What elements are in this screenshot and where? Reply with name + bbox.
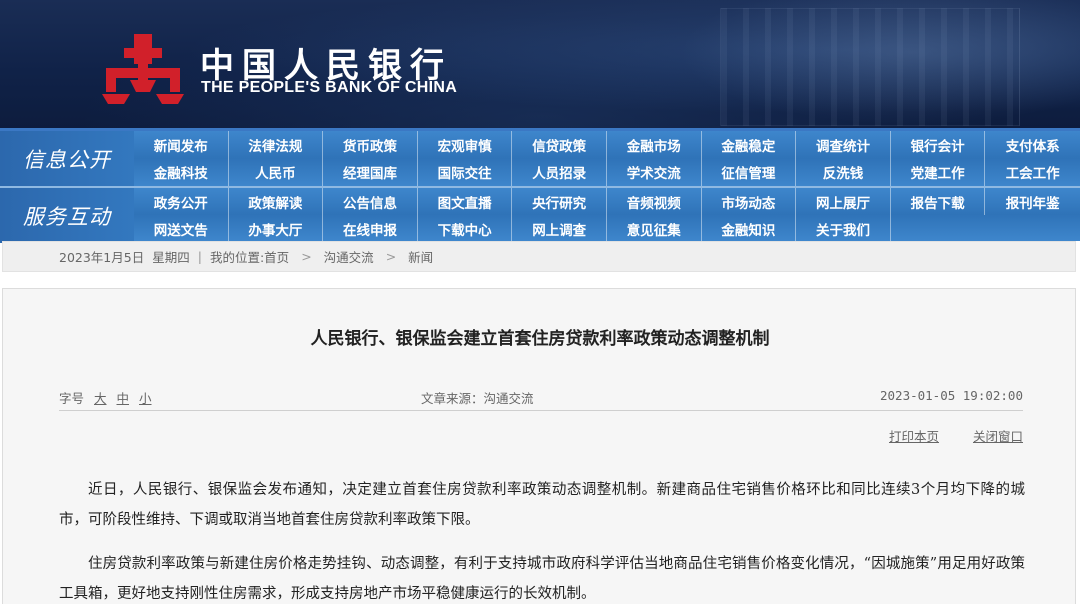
nav-item-service-17[interactable]: 关于我们 [796, 215, 891, 243]
nav-item-service-9[interactable]: 报刊年鉴 [985, 188, 1080, 215]
nav-category-service: 服务互动 [0, 188, 134, 243]
breadcrumb-separator: | [197, 249, 202, 264]
nav-item-service-0[interactable]: 政务公开 [134, 188, 229, 215]
article-source: 文章来源：沟通交流 [421, 391, 534, 406]
font-size-medium-button[interactable]: 中 [117, 391, 130, 406]
nav-item-info-4[interactable]: 信贷政策 [512, 131, 607, 158]
nav-item-service-19 [985, 215, 1080, 243]
article-paragraph: 住房贷款利率政策与新建住房价格走势挂钩、动态调整，有利于支持城市政府科学评估当地… [59, 556, 1025, 602]
nav-item-service-15[interactable]: 意见征集 [607, 215, 702, 243]
article-title: 人民银行、银保监会建立首套住房贷款利率政策动态调整机制 [310, 329, 770, 349]
article-paragraph: 近日，人民银行、银保监会发布通知，决定建立首套住房贷款利率政策动态调整机制。新建… [59, 482, 1025, 528]
nav-item-info-5[interactable]: 金融市场 [607, 131, 702, 158]
nav-item-service-3[interactable]: 图文直播 [418, 188, 513, 215]
current-weekday: 星期四 [152, 250, 190, 265]
nav-item-info-18[interactable]: 党建工作 [891, 158, 986, 186]
nav-item-info-19[interactable]: 工会工作 [985, 158, 1080, 186]
nav-item-service-5[interactable]: 音频视频 [607, 188, 702, 215]
article-body: 近日，人民银行、银保监会发布通知，决定建立首套住房贷款利率政策动态调整机制。新建… [59, 475, 1025, 604]
nav-item-service-1[interactable]: 政策解读 [229, 188, 324, 215]
breadcrumb-arrow: > [301, 249, 312, 264]
nav-item-info-7[interactable]: 调查统计 [796, 131, 891, 158]
nav-item-info-9[interactable]: 支付体系 [985, 131, 1080, 158]
nav-info-grid: 新闻发布 法律法规 货币政策 宏观审慎 信贷政策 金融市场 金融稳定 调查统计 银行会计 支付体系… [134, 131, 1080, 186]
font-size-large-button[interactable]: 大 [94, 391, 107, 406]
logo-english-name[interactable]: THE PEOPLE'S BANK OF CHINA [201, 79, 457, 97]
nav-item-service-7[interactable]: 网上展厅 [796, 188, 891, 215]
current-date: 2023年1月5日 [59, 250, 145, 265]
nav-item-service-16[interactable]: 金融知识 [702, 215, 797, 243]
nav-item-service-12[interactable]: 在线申报 [323, 215, 418, 243]
breadcrumb-location-label: 我的位置: [209, 250, 265, 265]
breadcrumb-home-link[interactable]: 首页 [264, 247, 289, 266]
nav-item-info-11[interactable]: 人民币 [229, 158, 324, 186]
nav-item-service-11[interactable]: 办事大厅 [229, 215, 324, 243]
font-size-small-button[interactable]: 小 [139, 391, 152, 406]
nav-item-service-13[interactable]: 下载中心 [418, 215, 513, 243]
close-window-link[interactable]: 关闭窗口 [973, 429, 1023, 444]
nav-item-info-10[interactable]: 金融科技 [134, 158, 229, 186]
nav-item-info-0[interactable]: 新闻发布 [134, 131, 229, 158]
nav-item-info-2[interactable]: 货币政策 [323, 131, 418, 158]
site-banner: 中国人民银行 THE PEOPLE'S BANK OF CHINA [0, 0, 1080, 131]
nav-item-info-13[interactable]: 国际交往 [418, 158, 513, 186]
print-page-link[interactable]: 打印本页 [889, 429, 939, 444]
banner-building-decoration [720, 8, 1020, 126]
font-size-label: 字号 [59, 391, 85, 406]
nav-item-info-14[interactable]: 人员招录 [512, 158, 607, 186]
nav-item-service-14[interactable]: 网上调查 [512, 215, 607, 243]
breadcrumb-arrow: > [385, 249, 397, 264]
nav-item-info-15[interactable]: 学术交流 [607, 158, 702, 186]
breadcrumb-news-link[interactable]: 新闻 [408, 247, 433, 266]
nav-item-service-8[interactable]: 报告下载 [891, 188, 986, 215]
nav-service-interaction: 服务互动 政务公开 政策解读 公告信息 图文直播 央行研究 音频视频 市场动态 网上展厅 报告下… [0, 186, 1080, 243]
nav-item-info-12[interactable]: 经理国库 [323, 158, 418, 186]
breadcrumb-communication-link[interactable]: 沟通交流 [324, 247, 374, 266]
nav-item-service-4[interactable]: 央行研究 [512, 188, 607, 215]
font-size-controls: 字号 大 中 小 [59, 388, 152, 407]
nav-service-grid: 政务公开 政策解读 公告信息 图文直播 央行研究 音频视频 市场动态 网上展厅 报告下载 报刊年鉴… [134, 188, 1080, 243]
nav-item-info-1[interactable]: 法律法规 [229, 131, 324, 158]
nav-info-disclosure: 信息公开 新闻发布 法律法规 货币政策 宏观审慎 信贷政策 金融市场 金融稳定 调查统计 银行会… [0, 131, 1080, 186]
pboc-emblem-icon[interactable] [100, 30, 186, 106]
article-panel: 人民银行、银保监会建立首套住房贷款利率政策动态调整机制 字号 大 中 小 文章来… [2, 288, 1076, 604]
breadcrumb: 2023年1月5日 星期四 | 我的位置: 首页 > 沟通交流 > 新闻 [2, 241, 1076, 272]
nav-item-info-3[interactable]: 宏观审慎 [418, 131, 513, 158]
nav-item-info-17[interactable]: 反洗钱 [796, 158, 891, 186]
nav-item-service-2[interactable]: 公告信息 [323, 188, 418, 215]
article-tools: 打印本页 关闭窗口 [59, 426, 1023, 446]
nav-item-info-8[interactable]: 银行会计 [891, 131, 986, 158]
nav-item-service-10[interactable]: 网送文告 [134, 215, 229, 243]
nav-category-info: 信息公开 [0, 131, 134, 186]
nav-item-service-18 [891, 215, 986, 243]
nav-item-service-6[interactable]: 市场动态 [702, 188, 797, 215]
article-timestamp: 2023-01-05 19:02:00 [880, 388, 1023, 403]
meta-divider [59, 410, 1023, 411]
nav-item-info-6[interactable]: 金融稳定 [702, 131, 797, 158]
article-meta: 字号 大 中 小 文章来源：沟通交流 2023-01-05 19:02:00 [59, 385, 1023, 407]
nav-item-info-16[interactable]: 征信管理 [702, 158, 797, 186]
